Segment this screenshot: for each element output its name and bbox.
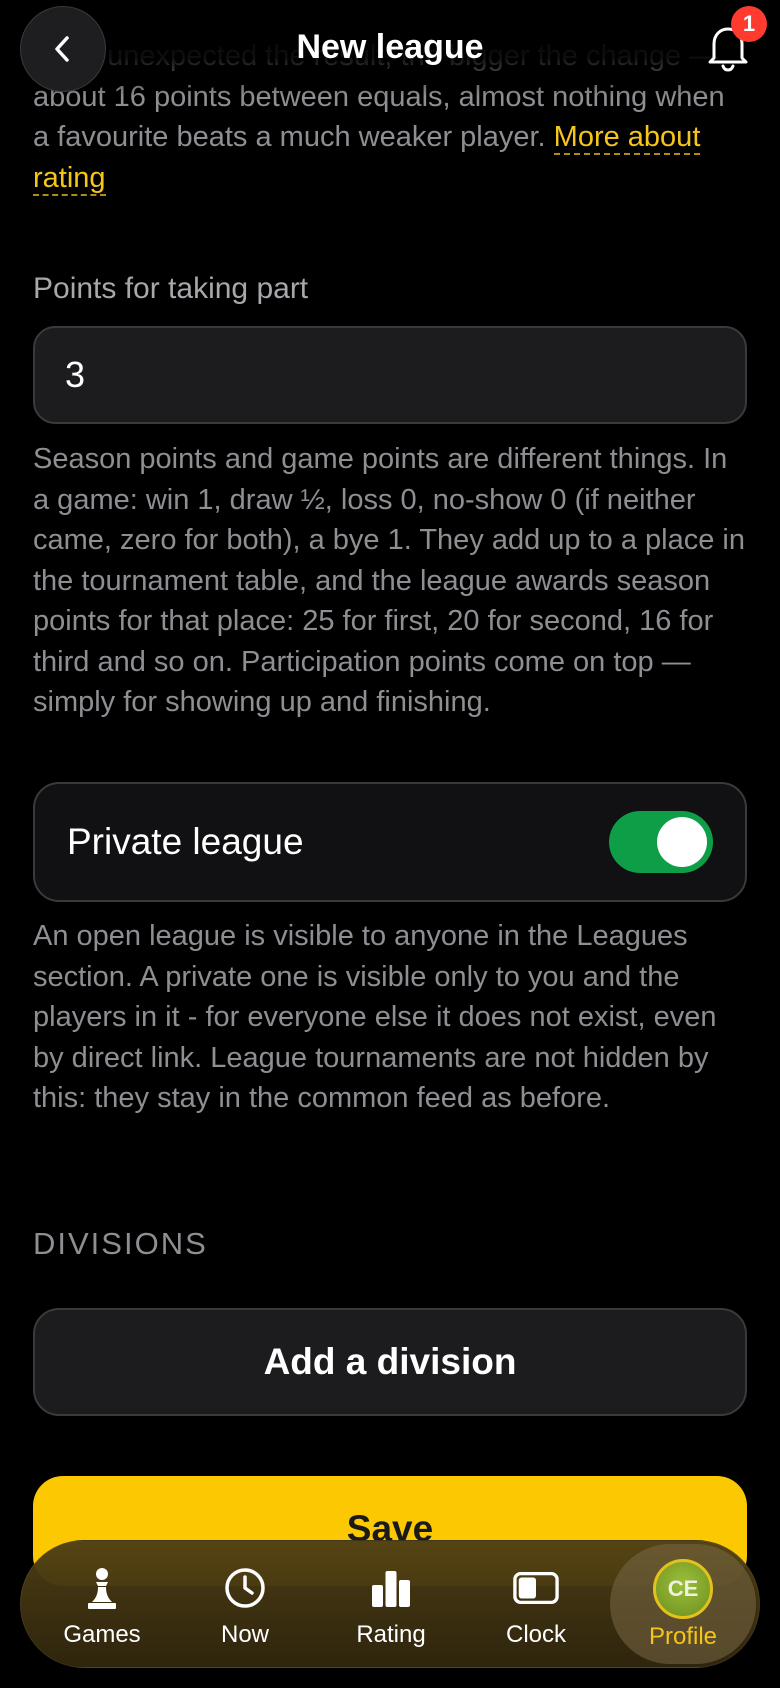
private-league-label: Private league [67,821,304,862]
tab-rating[interactable]: Rating [318,1541,464,1667]
tab-now[interactable]: Now [172,1541,318,1667]
avatar: CE [653,1559,713,1619]
private-league-toggle[interactable] [609,811,713,873]
participation-points-value: 3 [65,354,86,395]
tab-now-label: Now [220,1621,269,1648]
page-title: New league [296,28,484,66]
tab-clock[interactable]: Clock [463,1541,609,1667]
divisions-heading: DIVISIONS [33,1226,208,1261]
pawn-icon [79,1565,125,1611]
private-league-help: An open league is visible to anyone in t… [33,920,717,1114]
participation-points-label: Points for taking part [33,272,309,305]
chess-clock-icon [513,1565,559,1611]
notification-badge: 1 [731,6,767,42]
bottom-tab-bar: Games Now Rating Clock CE Profile [20,1540,760,1668]
tab-profile-label: Profile [648,1623,718,1650]
add-division-button[interactable]: Add a division [33,1308,747,1416]
clock-icon [222,1565,268,1611]
tab-games-label: Games [63,1621,141,1648]
participation-points-input[interactable]: 3 [33,326,747,424]
participation-points-help: Season points and game points are differ… [33,443,746,718]
tab-clock-label: Clock [505,1621,566,1648]
tab-games[interactable]: Games [29,1541,175,1667]
tab-rating-label: Rating [356,1621,426,1648]
private-league-row[interactable]: Private league [33,782,747,902]
bar-chart-icon [368,1565,414,1611]
tab-profile[interactable]: CE Profile [610,1544,756,1664]
toggle-knob [657,817,707,867]
